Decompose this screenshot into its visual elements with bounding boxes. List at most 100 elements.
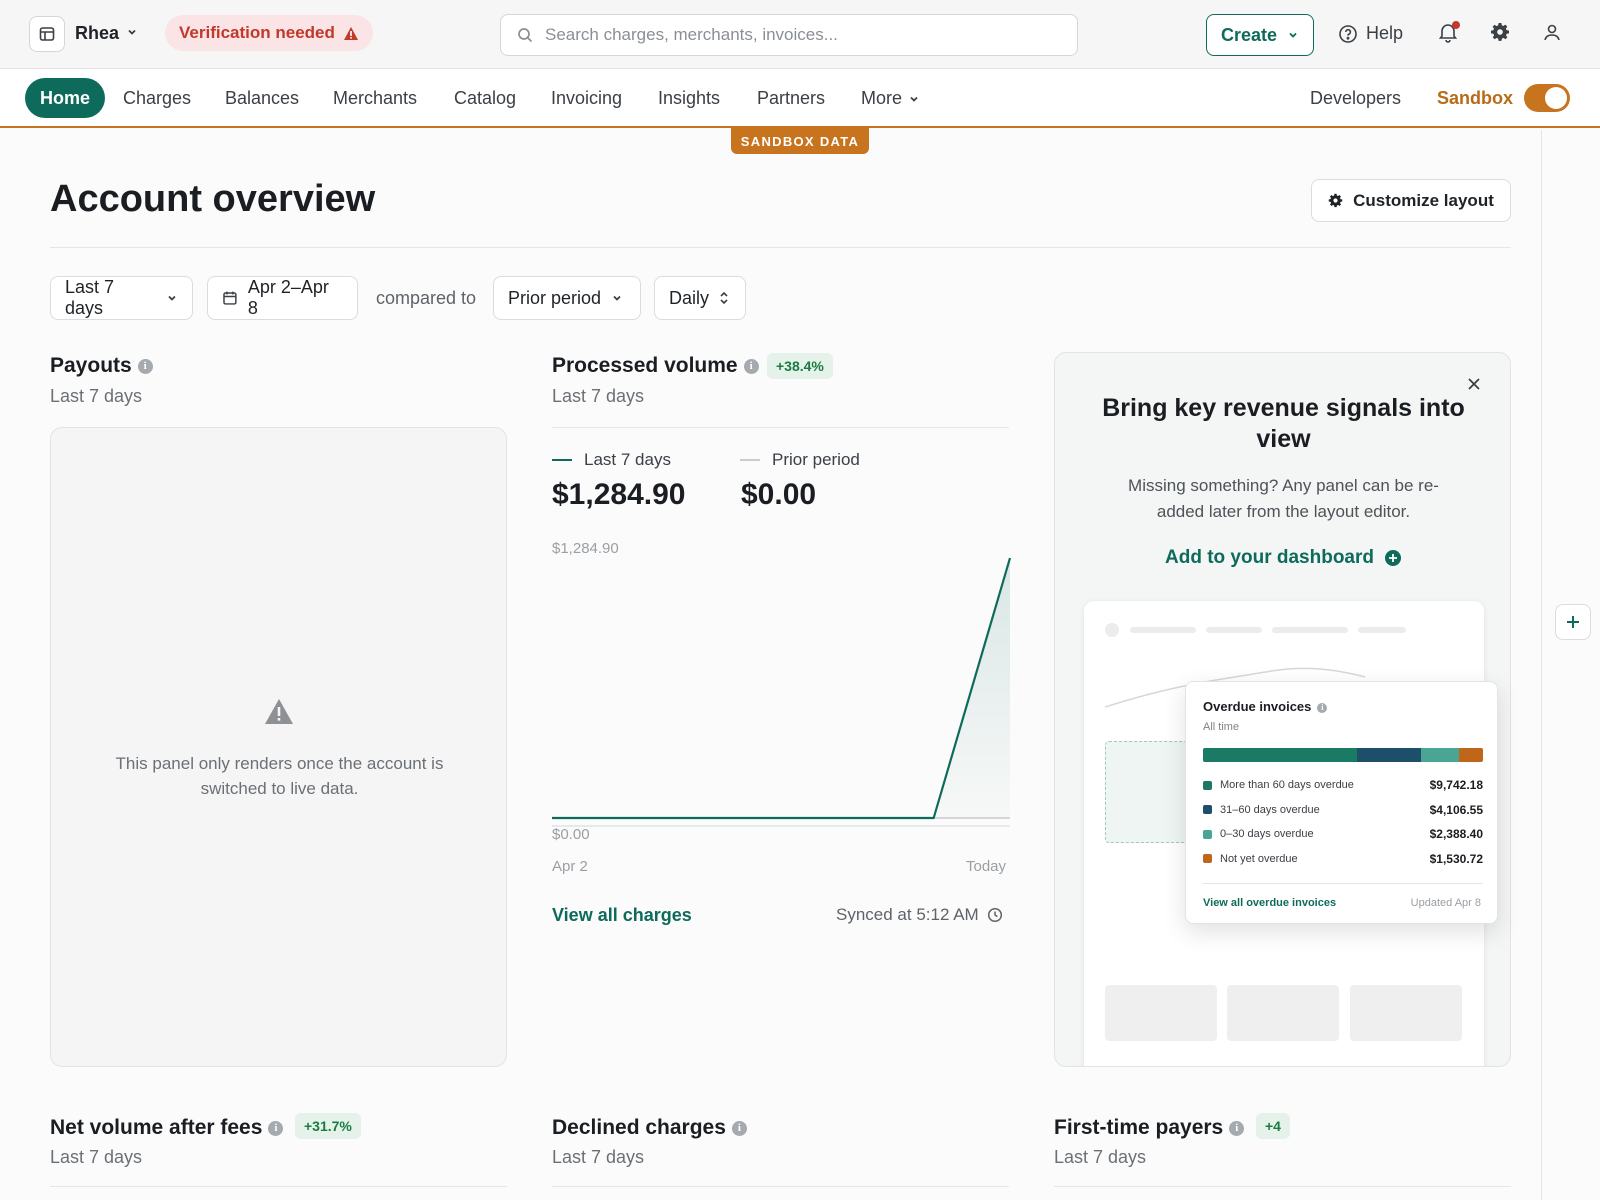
search-input[interactable] bbox=[545, 25, 1025, 45]
legend-prior-swatch bbox=[740, 459, 760, 461]
comparison-filter-label: Prior period bbox=[508, 287, 602, 308]
legend-prior-label: Prior period bbox=[772, 450, 860, 469]
net-volume-title-text: Net volume after fees bbox=[50, 1116, 263, 1139]
create-label: Create bbox=[1220, 24, 1278, 45]
net-volume-title: Net volume after fees i bbox=[50, 1116, 284, 1140]
page-title: Account overview bbox=[50, 178, 376, 220]
net-volume-delta: +31.7% bbox=[295, 1113, 361, 1139]
skeleton-tile bbox=[1350, 985, 1462, 1041]
add-to-dashboard-label: Add to your dashboard bbox=[1165, 547, 1374, 568]
nav-item-charges[interactable]: Charges bbox=[123, 88, 191, 109]
series-area bbox=[552, 558, 1010, 818]
info-icon[interactable]: i bbox=[137, 358, 153, 374]
overdue-invoices-preview: Overdue invoices i All time More than 60 … bbox=[1185, 681, 1498, 924]
overdue-subtitle: All time bbox=[1203, 721, 1240, 733]
y-min-label: $0.00 bbox=[552, 826, 590, 843]
range-filter[interactable]: Last 7 days bbox=[50, 276, 193, 320]
legend-swatch bbox=[1203, 805, 1212, 814]
customize-layout-label: Customize layout bbox=[1353, 190, 1494, 210]
payouts-title: Payouts i bbox=[50, 354, 153, 378]
info-icon[interactable]: i bbox=[268, 1120, 284, 1136]
divider bbox=[50, 247, 1511, 248]
legend-prior: Prior period bbox=[740, 450, 860, 470]
range-filter-label: Last 7 days bbox=[65, 277, 115, 318]
create-button[interactable]: Create bbox=[1206, 14, 1314, 56]
info-icon[interactable]: i bbox=[1229, 1120, 1245, 1136]
processed-volume-title: Processed volume i bbox=[552, 354, 759, 378]
info-icon[interactable]: i bbox=[731, 1120, 747, 1136]
gear-icon[interactable] bbox=[1490, 22, 1510, 42]
plus-circle-icon bbox=[1385, 550, 1401, 566]
help-icon bbox=[1339, 24, 1357, 43]
store-icon[interactable] bbox=[29, 16, 65, 52]
info-icon[interactable]: i bbox=[743, 358, 759, 374]
processed-volume-delta: +38.4% bbox=[767, 353, 833, 379]
chevron-down-icon bbox=[613, 295, 621, 301]
add-to-dashboard-link[interactable]: Add to your dashboard bbox=[1055, 547, 1510, 569]
overdue-row-label: More than 60 days overdue bbox=[1220, 779, 1354, 791]
date-range-picker[interactable]: Apr 2–Apr 8 bbox=[207, 276, 358, 320]
nav-item-catalog[interactable]: Catalog bbox=[454, 88, 516, 109]
divider bbox=[552, 427, 1009, 428]
overdue-row-amount: $1,530.72 bbox=[1429, 851, 1483, 866]
nav-item-invoicing[interactable]: Invoicing bbox=[551, 88, 622, 109]
help-button[interactable]: Help bbox=[1338, 23, 1403, 44]
compared-to-label: compared to bbox=[376, 288, 477, 308]
legend-current-swatch bbox=[552, 459, 572, 461]
toggle-knob bbox=[1545, 87, 1567, 109]
divider bbox=[1203, 883, 1483, 884]
interval-filter[interactable]: Daily bbox=[654, 276, 746, 320]
nav-item-insights[interactable]: Insights bbox=[658, 88, 720, 109]
add-panel-button[interactable] bbox=[1555, 604, 1591, 640]
verification-badge[interactable]: Verification needed bbox=[165, 15, 373, 51]
nav-item-partners[interactable]: Partners bbox=[757, 88, 825, 109]
nav-item-balances[interactable]: Balances bbox=[225, 88, 299, 109]
synced-status: Synced at 5:12 AM bbox=[836, 905, 1003, 925]
overdue-row-amount: $2,388.40 bbox=[1429, 827, 1483, 841]
nav-item-developers[interactable]: Developers bbox=[1310, 88, 1401, 109]
overdue-row-label: Not yet overdue bbox=[1220, 852, 1298, 865]
sandbox-toggle[interactable] bbox=[1524, 84, 1570, 112]
processed-volume-title-text: Processed volume bbox=[552, 354, 738, 377]
user-icon[interactable] bbox=[1542, 22, 1562, 42]
skeleton-tile bbox=[1105, 985, 1217, 1041]
payouts-empty-panel: This panel only renders once the account… bbox=[50, 427, 507, 1067]
nav-item-merchants[interactable]: Merchants bbox=[333, 88, 417, 109]
main-nav: Home Charges Balances Merchants Catalog … bbox=[0, 69, 1600, 128]
date-range-label: Apr 2–Apr 8 bbox=[247, 277, 329, 318]
overdue-title: Overdue invoices i bbox=[1203, 699, 1328, 714]
x-start-label: Apr 2 bbox=[552, 858, 588, 875]
gear-icon bbox=[1328, 193, 1343, 208]
processed-volume-chart bbox=[552, 557, 1012, 827]
right-rail-divider bbox=[1541, 130, 1542, 1200]
overdue-row-label: 0–30 days overdue bbox=[1220, 828, 1314, 840]
view-overdue-invoices-link: View all overdue invoices bbox=[1203, 897, 1337, 909]
processed-volume-subtitle: Last 7 days bbox=[552, 386, 645, 406]
view-all-charges-link[interactable]: View all charges bbox=[552, 905, 692, 926]
account-name[interactable]: Rhea bbox=[75, 23, 119, 44]
close-icon[interactable] bbox=[1467, 377, 1481, 391]
search-bar[interactable] bbox=[500, 14, 1078, 56]
chevron-down-icon bbox=[168, 295, 176, 301]
promo-title: Bring key revenue signals into view bbox=[1102, 394, 1465, 453]
nav-item-home[interactable]: Home bbox=[25, 78, 105, 118]
overdue-stacked-bar bbox=[1203, 748, 1483, 762]
plus-icon bbox=[1567, 616, 1579, 628]
bar-segment bbox=[1421, 748, 1459, 762]
series-line-current bbox=[552, 557, 1012, 820]
overdue-row: Not yet overdue $1,530.72 bbox=[1203, 852, 1483, 866]
comparison-filter[interactable]: Prior period bbox=[493, 276, 641, 320]
customize-layout-button[interactable]: Customize layout bbox=[1311, 179, 1511, 222]
divider bbox=[552, 1186, 1009, 1187]
x-end-label: Today bbox=[966, 858, 1007, 875]
payouts-title-text: Payouts bbox=[50, 354, 132, 377]
interval-filter-label: Daily bbox=[669, 287, 710, 308]
overdue-row-label: 31–60 days overdue bbox=[1220, 803, 1320, 816]
calendar-icon bbox=[223, 291, 237, 305]
divider bbox=[1054, 1186, 1511, 1187]
declined-charges-title: Declined charges i bbox=[552, 1116, 747, 1140]
chevron-down-icon[interactable] bbox=[126, 26, 138, 38]
bar-segment bbox=[1458, 748, 1483, 762]
nav-item-more[interactable]: More bbox=[861, 88, 920, 109]
sandbox-label: Sandbox bbox=[1437, 88, 1514, 108]
